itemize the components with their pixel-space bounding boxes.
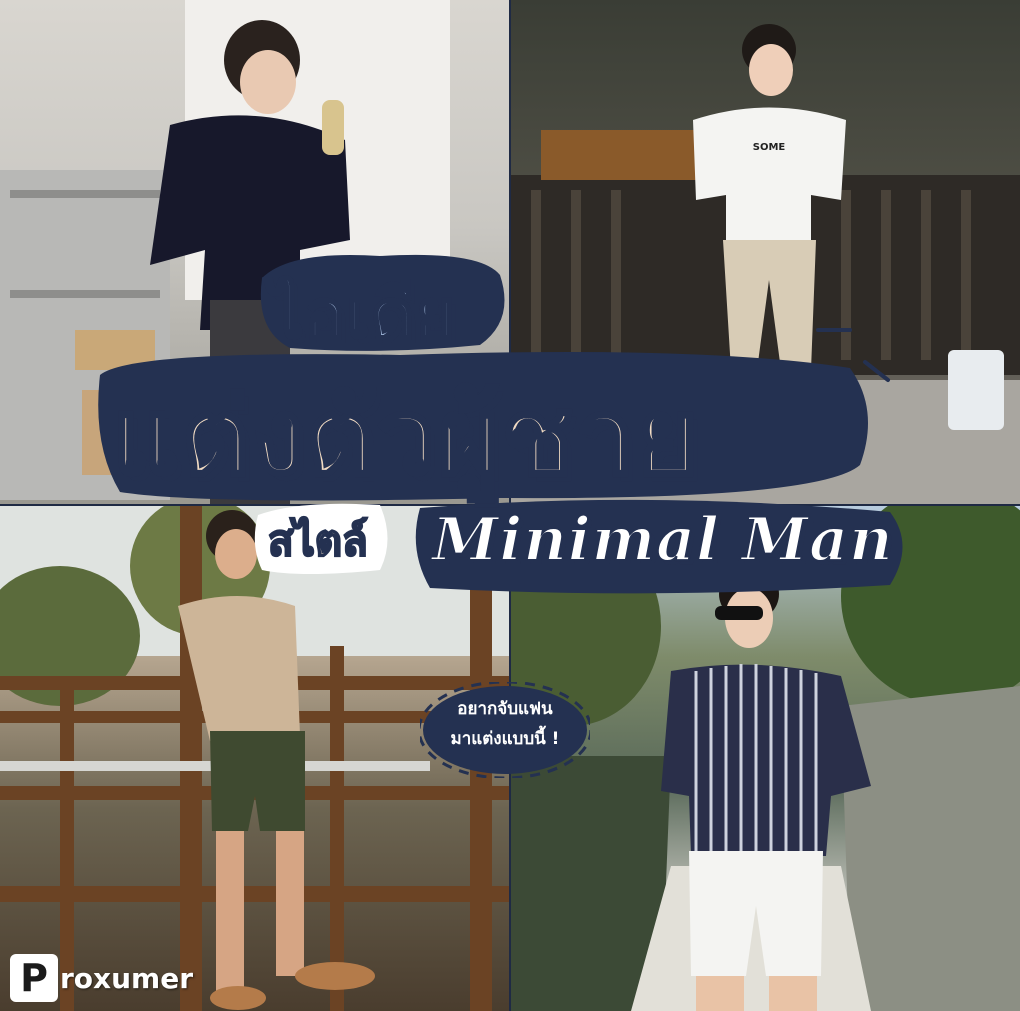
- title-style-thai: สไตล์: [267, 515, 369, 566]
- speech-bubble-text: อยากจับแฟน มาแต่งแบบนี้ !: [420, 694, 590, 754]
- speech-bubble-line-2: มาแต่งแบบนี้ !: [450, 729, 560, 749]
- brand-logo-text: roxumer: [60, 961, 194, 995]
- title-line-2: แต่งตัวผู้ชาย: [110, 374, 702, 500]
- brand-logo-icon: P: [10, 954, 58, 1002]
- brand-logo: P roxumer: [10, 954, 193, 1002]
- title-line-1: ไอเดีย: [269, 275, 457, 355]
- title-minimal-man: Minimal Man: [431, 504, 894, 576]
- speech-bubble-line-1: อยากจับแฟน: [457, 699, 553, 719]
